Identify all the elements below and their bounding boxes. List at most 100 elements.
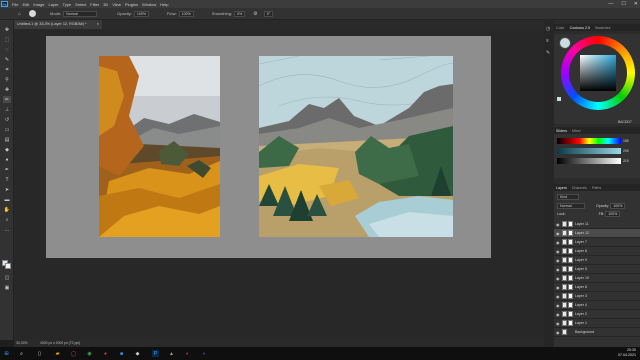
close-button[interactable]: ✕ <box>634 1 638 7</box>
layer-row[interactable]: ◉ Layer 1 <box>554 319 640 328</box>
green-slider[interactable] <box>557 148 621 154</box>
menu-window[interactable]: Window <box>142 2 156 7</box>
app-icon-dark[interactable]: ▲ <box>168 350 175 357</box>
tab-swatches[interactable]: Swatches <box>595 26 611 30</box>
zoom-tool-icon[interactable]: ⌕ <box>3 216 11 223</box>
mode-select[interactable]: Normal <box>63 10 98 17</box>
menu-plugins[interactable]: Plugins <box>125 2 138 7</box>
healing-tool-icon[interactable]: ✚ <box>3 86 11 93</box>
history-brush-icon[interactable]: ↺ <box>3 116 11 123</box>
menu-3d[interactable]: 3D <box>103 2 108 7</box>
fill-field[interactable]: 100% <box>605 211 621 217</box>
home-icon[interactable]: ⌂ <box>18 11 21 17</box>
visibility-eye-icon[interactable]: ◉ <box>556 240 560 245</box>
shape-tool-icon[interactable]: ▬ <box>3 196 11 203</box>
hand-tool-icon[interactable]: ✋ <box>3 206 11 213</box>
app-icon-grey[interactable]: ◆ <box>134 350 141 357</box>
flow-field[interactable]: 100% <box>178 10 194 17</box>
layer-row[interactable]: ◉ Background <box>554 328 640 337</box>
menu-view[interactable]: View <box>112 2 121 7</box>
tab-sliders[interactable]: Sliders <box>556 129 567 133</box>
background-color-swatch[interactable] <box>5 263 11 269</box>
layer-row[interactable]: ◉ Layer 11 <box>554 220 640 229</box>
dodge-tool-icon[interactable]: ● <box>3 156 11 163</box>
marquee-tool-icon[interactable]: ⬚ <box>3 36 11 43</box>
visibility-eye-icon[interactable]: ◉ <box>556 267 560 272</box>
task-view-icon[interactable]: ▯ <box>36 350 43 357</box>
quick-mask-icon[interactable]: ◫ <box>3 274 11 281</box>
visibility-eye-icon[interactable]: ◉ <box>556 231 560 236</box>
menu-edit[interactable]: Edit <box>22 2 29 7</box>
gradient-tool-icon[interactable]: ▤ <box>3 136 11 143</box>
eyedropper-tool-icon[interactable]: ⚲ <box>3 76 11 83</box>
layer-row[interactable]: ◉ Layer 10 <box>554 274 640 283</box>
app-icon-pink[interactable]: ◐ <box>184 350 191 357</box>
layer-row[interactable]: ◉ Layer 4 <box>554 301 640 310</box>
angle-field[interactable]: 0° <box>263 10 274 17</box>
visibility-eye-icon[interactable]: ◉ <box>556 330 560 335</box>
menu-type[interactable]: Type <box>63 2 72 7</box>
layer-row[interactable]: ◉ Layer 5 <box>554 265 640 274</box>
layer-row[interactable]: ◉ Layer 3 <box>554 292 640 301</box>
menu-layer[interactable]: Layer <box>48 2 58 7</box>
layer-row[interactable]: ◉ Layer 9 <box>554 256 640 265</box>
hue-ring[interactable] <box>561 36 635 110</box>
layer-filter-kind[interactable]: Kind <box>557 194 579 200</box>
visibility-eye-icon[interactable]: ◉ <box>556 285 560 290</box>
slider-value-2[interactable]: 205 <box>623 149 629 153</box>
tab-coolorus[interactable]: Coolorus 2.5 <box>570 26 590 30</box>
pen-tool-icon[interactable]: ✒ <box>3 166 11 173</box>
red-slider[interactable] <box>557 138 621 144</box>
slider-value-1[interactable]: 185 <box>623 139 629 143</box>
current-color-swatch[interactable] <box>559 37 571 49</box>
menu-image[interactable]: Image <box>33 2 44 7</box>
zoom-level[interactable]: 33,33% <box>16 340 28 347</box>
lasso-tool-icon[interactable]: ◌ <box>3 46 11 53</box>
smoothing-field[interactable]: 0% <box>234 10 246 17</box>
blue-slider[interactable] <box>557 158 621 164</box>
search-icon[interactable]: ⌕ <box>18 350 25 357</box>
visibility-eye-icon[interactable]: ◉ <box>556 312 560 317</box>
app-icon-blue[interactable]: ■ <box>118 350 125 357</box>
brush-tool-icon[interactable]: ✏ <box>3 96 11 103</box>
opera-icon[interactable]: ◯ <box>70 350 77 357</box>
layer-row[interactable]: ◉ Layer 8 <box>554 247 640 256</box>
tab-layers[interactable]: Layers <box>556 186 567 190</box>
document-canvas[interactable] <box>46 36 491 258</box>
photoshop-taskbar-icon[interactable]: P <box>152 350 159 357</box>
tab-paths[interactable]: Paths <box>592 186 601 190</box>
previous-color-swatch[interactable] <box>557 97 561 101</box>
visibility-eye-icon[interactable]: ◉ <box>556 258 560 263</box>
layer-row[interactable]: ◉ Layer 2 <box>554 310 640 319</box>
system-clock[interactable]: 20:30 07.04.2021 <box>618 348 636 358</box>
opacity-field[interactable]: 100% <box>133 10 150 17</box>
minimize-button[interactable]: — <box>608 1 613 7</box>
layer-row[interactable]: ◉ Layer 12 <box>554 229 640 238</box>
screen-mode-icon[interactable]: ▣ <box>3 284 11 291</box>
canvas-workspace[interactable] <box>14 29 544 340</box>
visibility-eye-icon[interactable]: ◉ <box>556 276 560 281</box>
brush-preset-icon[interactable] <box>29 10 37 17</box>
stamp-tool-icon[interactable]: ⊥ <box>3 106 11 113</box>
more-tools-icon[interactable]: … <box>3 226 11 233</box>
history-icon[interactable]: ◷ <box>546 26 550 32</box>
visibility-eye-icon[interactable]: ◉ <box>556 294 560 299</box>
menu-filter[interactable]: Filter <box>90 2 99 7</box>
tab-color[interactable]: Color <box>556 26 565 30</box>
quick-select-tool-icon[interactable]: ✎ <box>3 56 11 63</box>
close-tab-icon[interactable]: × <box>97 20 99 29</box>
properties-icon[interactable]: ≡ <box>546 38 549 44</box>
saturation-brightness-square[interactable] <box>580 55 616 91</box>
menu-file[interactable]: File <box>12 2 18 7</box>
blur-tool-icon[interactable]: ◆ <box>3 146 11 153</box>
visibility-eye-icon[interactable]: ◉ <box>556 303 560 308</box>
layer-row[interactable]: ◉ Layer 7 <box>554 238 640 247</box>
layer-opacity-field[interactable]: 100% <box>610 203 626 209</box>
menu-help[interactable]: Help <box>160 2 168 7</box>
eraser-tool-icon[interactable]: ▭ <box>3 126 11 133</box>
path-select-tool-icon[interactable]: ➤ <box>3 186 11 193</box>
chrome-icon[interactable]: ◉ <box>86 350 93 357</box>
blend-mode-select[interactable]: Normal <box>557 203 585 209</box>
hex-value[interactable]: BACDD7 <box>618 120 632 124</box>
document-tab[interactable]: Untitled-1 @ 33,3% (Layer 12, RGB/8#) * … <box>14 20 102 29</box>
